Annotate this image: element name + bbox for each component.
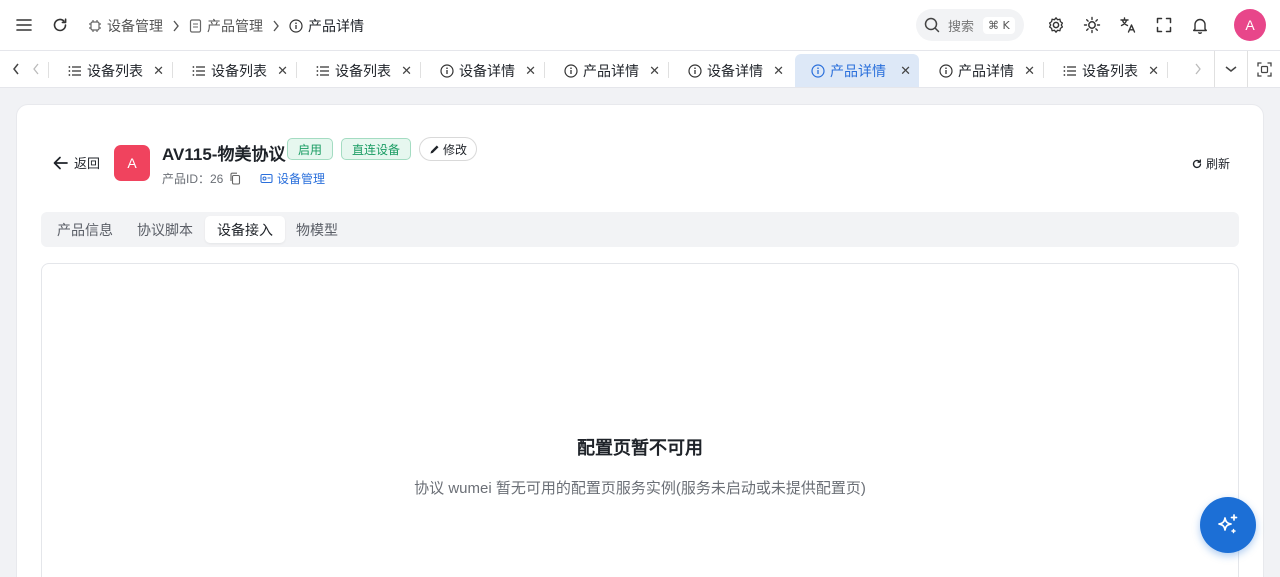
close-icon[interactable]: ✕ [773, 63, 784, 79]
product-detail-card: 返回 A AV115-物美协议 启用 直连设备 修改 产品ID：26 设备管理 … [16, 104, 1264, 577]
tabs-dropdown-chevron-icon[interactable] [1215, 51, 1247, 87]
close-icon[interactable]: ✕ [1148, 63, 1159, 79]
bell-icon[interactable] [1188, 13, 1212, 37]
info-icon [564, 63, 578, 78]
user-avatar[interactable]: A [1234, 9, 1266, 41]
list-icon [1063, 65, 1077, 77]
list-icon [68, 65, 82, 77]
breadcrumb: 设备管理 产品管理 产品详情 [88, 16, 364, 36]
tab-device-list[interactable]: 设备列表 ✕ [172, 54, 296, 87]
close-icon[interactable]: ✕ [277, 63, 288, 79]
fullscreen-icon[interactable] [1152, 13, 1176, 37]
tab-label: 设备列表 [335, 62, 391, 79]
info-icon [688, 63, 702, 78]
top-header: 设备管理 产品管理 产品详情 搜索 ⌘ K A [0, 0, 1280, 50]
document-icon [189, 19, 202, 33]
tab-product-detail-active[interactable]: 产品详情 ✕ [795, 54, 919, 87]
tabs-next-chevron-icon[interactable] [1182, 51, 1214, 87]
close-icon[interactable]: ✕ [900, 63, 911, 79]
edit-button[interactable]: 修改 [419, 137, 477, 161]
empty-state-title: 配置页暂不可用 [577, 438, 703, 458]
product-avatar: A [114, 145, 150, 181]
chip-icon [89, 20, 101, 32]
breadcrumb-item-device-management[interactable]: 设备管理 [88, 16, 163, 36]
info-icon [811, 63, 825, 78]
breadcrumb-item-product-management[interactable]: 产品管理 [189, 16, 263, 36]
maximize-icon[interactable] [1248, 51, 1280, 87]
tab-strip: 设备列表 ✕ 设备列表 ✕ 设备列表 ✕ 设备详情 ✕ 产品详情 ✕ 设备详情 … [0, 50, 1280, 88]
close-icon[interactable]: ✕ [153, 63, 164, 79]
tab-device-detail[interactable]: 设备详情 ✕ [668, 54, 792, 87]
tab-label: 产品详情 [583, 62, 639, 79]
ai-assistant-button[interactable] [1200, 497, 1256, 553]
device-access-panel: 配置页暂不可用 协议 wumei 暂无可用的配置页服务实例(服务未启动或未提供配… [41, 263, 1239, 577]
chevron-right-icon [172, 20, 180, 32]
device-management-link[interactable]: 设备管理 [260, 170, 325, 187]
search-shortcut: ⌘ K [983, 16, 1015, 34]
translate-icon[interactable] [1116, 13, 1140, 37]
tab-label: 设备列表 [87, 62, 143, 79]
back-button[interactable]: 返回 [53, 153, 100, 172]
tab-label: 产品详情 [830, 62, 886, 79]
reload-icon[interactable] [48, 13, 72, 37]
refresh-button[interactable]: 刷新 [1192, 155, 1230, 172]
refresh-label: 刷新 [1206, 157, 1231, 171]
tab-label: 设备详情 [459, 62, 515, 79]
tab-device-detail[interactable]: 设备详情 ✕ [420, 54, 544, 87]
edit-label: 修改 [442, 142, 467, 157]
tab-product-detail[interactable]: 产品详情 ✕ [544, 54, 668, 87]
info-icon [440, 63, 454, 78]
tab-product-info[interactable]: 产品信息 [45, 216, 125, 243]
back-label: 返回 [74, 156, 101, 171]
tab-device-list[interactable]: 设备列表 ✕ [48, 54, 172, 87]
pencil-icon [430, 145, 439, 153]
tab-device-list[interactable]: 设备列表 ✕ [1043, 54, 1167, 87]
tab-label: 设备列表 [211, 62, 267, 79]
arrow-left-icon [53, 156, 68, 169]
breadcrumb-label: 产品管理 [207, 18, 263, 34]
close-icon[interactable]: ✕ [1024, 63, 1035, 79]
sun-theme-icon[interactable] [1080, 13, 1104, 37]
device-type-badge: 直连设备 [341, 138, 411, 160]
close-icon[interactable]: ✕ [525, 63, 536, 79]
breadcrumb-item-product-detail: 产品详情 [289, 16, 364, 36]
info-icon [289, 19, 303, 33]
menu-icon[interactable] [12, 13, 36, 37]
list-icon [192, 65, 206, 77]
tabs-prev-chevron-icon[interactable] [22, 51, 50, 87]
tab-device-access[interactable]: 设备接入 [205, 216, 285, 243]
product-name: AV115-物美协议 [162, 145, 286, 164]
search-placeholder: 搜索 [948, 18, 975, 34]
close-icon[interactable]: ✕ [649, 63, 660, 79]
search-box[interactable]: 搜索 ⌘ K [916, 9, 1024, 41]
status-badge: 启用 [287, 138, 333, 160]
search-icon [924, 17, 940, 33]
device-link-label: 设备管理 [277, 172, 326, 186]
breadcrumb-label: 产品详情 [308, 18, 364, 34]
product-id-text: 产品ID：26 [162, 172, 224, 186]
tab-label: 产品详情 [958, 62, 1014, 79]
settings-gear-icon[interactable] [1044, 13, 1068, 37]
empty-state-description: 协议 wumei 暂无可用的配置页服务实例(服务未启动或未提供配置页) [414, 480, 866, 497]
info-icon [939, 63, 953, 78]
device-icon [260, 173, 273, 184]
tab-thing-model[interactable]: 物模型 [285, 216, 349, 243]
copy-icon[interactable] [229, 172, 241, 185]
tab-protocol-script[interactable]: 协议脚本 [125, 216, 205, 243]
tab-product-detail[interactable]: 产品详情 ✕ [919, 54, 1043, 87]
sparkles-icon [1218, 514, 1238, 534]
tab-device-list[interactable]: 设备列表 ✕ [296, 54, 420, 87]
detail-tabs: 产品信息 协议脚本 设备接入 物模型 [41, 212, 1239, 247]
chevron-right-icon [272, 20, 280, 32]
breadcrumb-label: 设备管理 [107, 18, 163, 34]
list-icon [316, 65, 330, 77]
tab-label: 设备列表 [1082, 62, 1138, 79]
close-icon[interactable]: ✕ [401, 63, 412, 79]
tab-label: 设备详情 [707, 62, 763, 79]
product-id: 产品ID：26 [162, 170, 241, 187]
refresh-icon [1192, 158, 1202, 168]
